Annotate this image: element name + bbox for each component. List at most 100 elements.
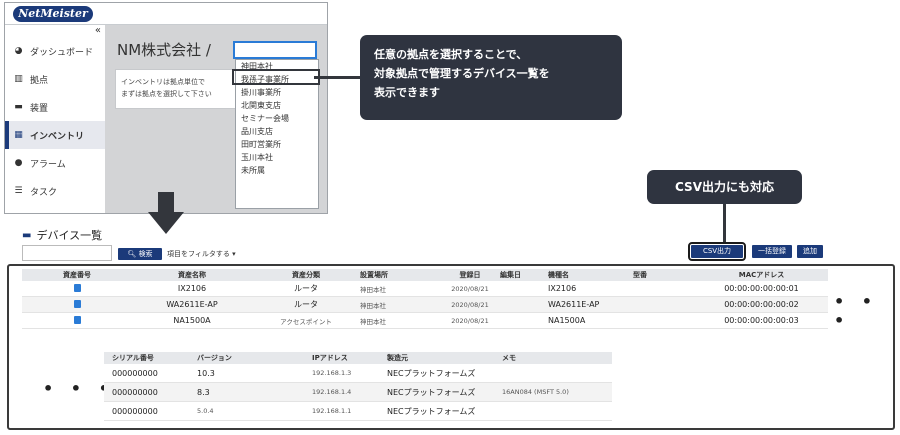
- column-header[interactable]: 機種名: [548, 270, 633, 280]
- memo: 16AN084 (MSFT 5.0): [502, 388, 569, 396]
- mac-address: 00:00:00:00:00:01: [724, 284, 799, 293]
- netmeister-logo: NetMeister: [13, 6, 93, 22]
- sidebar-item-task[interactable]: ☰ タスク: [5, 177, 105, 205]
- device-icon: ▬: [22, 229, 32, 241]
- model-name: NA1500A: [548, 316, 586, 325]
- select-callout: 任意の拠点を選択することで、 対象拠点で管理するデバイス一覧を 表示できます: [360, 35, 622, 120]
- base-option[interactable]: 田町営業所: [236, 138, 318, 151]
- base-select[interactable]: [233, 41, 317, 59]
- asset-category: ルータ: [294, 300, 318, 309]
- search-label: 検索: [138, 250, 153, 258]
- column-header[interactable]: 資産分類: [252, 270, 360, 280]
- column-header[interactable]: 製造元: [379, 353, 494, 363]
- column-header[interactable]: 編集日: [500, 270, 548, 280]
- ip-address: 192.168.1.3: [312, 369, 352, 377]
- column-header[interactable]: バージョン: [189, 353, 304, 363]
- table-row[interactable]: 000000000 8.3 192.168.1.4 NECプラットフォームズ 1…: [104, 383, 612, 402]
- collapse-sidebar-icon[interactable]: «: [95, 25, 101, 36]
- version: 8.3: [197, 387, 210, 397]
- base-option[interactable]: 品川支店: [236, 125, 318, 138]
- registered-date: 2020/08/21: [451, 316, 489, 325]
- sidebar-item-label: ダッシュボード: [30, 47, 94, 58]
- sidebar-item-devices[interactable]: ▬ 装置: [5, 93, 105, 121]
- filter-input[interactable]: [22, 245, 112, 261]
- asset-name: NA1500A: [173, 316, 211, 325]
- sidebar-item-label: インベントリ: [30, 131, 85, 142]
- mac-address: 00:00:00:00:00:02: [724, 300, 799, 309]
- sidebar-item-label: 装置: [30, 103, 49, 114]
- asset-category: ルータ: [294, 284, 318, 293]
- serial-number: 000000000: [112, 368, 158, 378]
- asset-category: アクセスポイント: [280, 317, 332, 326]
- sidebar-item-dashboard[interactable]: ◕ ダッシュボード: [5, 37, 105, 65]
- add-button[interactable]: 追加: [797, 245, 823, 258]
- base-option[interactable]: 未所属: [236, 164, 318, 177]
- base-option[interactable]: 北関東支店: [236, 99, 318, 112]
- sidebar: « ◕ ダッシュボード ▥ 拠点 ▬ 装置 ▦ インベントリ ● アラーム ☰ …: [5, 25, 105, 213]
- model-name: IX2106: [548, 284, 577, 293]
- grid-icon: ▦: [14, 130, 23, 140]
- column-header[interactable]: 設置場所: [360, 270, 440, 280]
- down-arrow-icon: [148, 192, 184, 234]
- callout-connector: [723, 204, 726, 242]
- ip-address: 192.168.1.1: [312, 407, 352, 415]
- sidebar-item-bases[interactable]: ▥ 拠点: [5, 65, 105, 93]
- top-bar: NetMeister: [5, 3, 327, 25]
- mac-address: 00:00:00:00:00:03: [724, 316, 799, 325]
- callout-line: 表示できます: [374, 86, 440, 99]
- document-icon[interactable]: [73, 283, 81, 292]
- csv-export-button[interactable]: CSV出力: [688, 242, 746, 261]
- asset-name: WA2611E-AP: [166, 300, 218, 309]
- column-header[interactable]: 資産名称: [132, 270, 252, 280]
- base-option[interactable]: 玉川本社: [236, 151, 318, 164]
- sidebar-item-alarm[interactable]: ● アラーム: [5, 149, 105, 177]
- sidebar-item-label: タスク: [30, 187, 58, 198]
- search-button[interactable]: 🔍︎ 検索: [118, 248, 162, 260]
- list-icon: ☰: [14, 186, 23, 196]
- table-row[interactable]: 000000000 10.3 192.168.1.3 NECプラットフォームズ: [104, 364, 612, 383]
- device-list-title-text: デバイス一覧: [36, 229, 103, 242]
- registered-date: 2020/08/21: [451, 284, 489, 293]
- column-header[interactable]: IPアドレス: [304, 353, 379, 363]
- table-header: シリアル番号 バージョン IPアドレス 製造元 メモ: [104, 352, 612, 364]
- table-row[interactable]: NA1500A アクセスポイント 神田本社 2020/08/21 NA1500A…: [22, 313, 828, 329]
- location: 神田本社: [360, 285, 386, 294]
- bulk-register-button[interactable]: 一括登録: [752, 245, 792, 258]
- maker: NECプラットフォームズ: [387, 368, 476, 378]
- table-row[interactable]: IX2106 ルータ 神田本社 2020/08/21 IX2106 00:00:…: [22, 281, 828, 297]
- column-header[interactable]: MACアドレス: [695, 270, 828, 280]
- callout-line: 任意の拠点を選択することで、: [374, 48, 528, 61]
- sidebar-item-label: 拠点: [30, 75, 49, 86]
- dashboard-icon: ◕: [14, 46, 23, 56]
- column-header[interactable]: メモ: [494, 353, 612, 363]
- column-header[interactable]: シリアル番号: [104, 353, 189, 363]
- base-option[interactable]: セミナー会場: [236, 112, 318, 125]
- page-title: NM株式会社 /: [117, 41, 211, 59]
- device-icon: ▬: [14, 102, 23, 112]
- document-icon[interactable]: [73, 299, 81, 308]
- table-row[interactable]: 000000000 5.0.4 192.168.1.1 NECプラットフォームズ: [104, 402, 612, 421]
- table-header: 資産番号 資産名称 資産分類 設置場所 登録日 編集日 機種名 型番 MACアド…: [22, 269, 828, 281]
- location: 神田本社: [360, 317, 386, 326]
- base-option[interactable]: 掛川事業所: [236, 86, 318, 99]
- maker: NECプラットフォームズ: [387, 387, 476, 397]
- alert-icon: ●: [14, 158, 23, 168]
- filter-toggle[interactable]: 項目をフィルタする ▾: [167, 248, 236, 260]
- callout-line: 対象拠点で管理するデバイス一覧を: [374, 67, 550, 80]
- device-detail-table: シリアル番号 バージョン IPアドレス 製造元 メモ 000000000 10.…: [104, 352, 612, 421]
- option-highlight: [232, 69, 320, 85]
- registered-date: 2020/08/21: [451, 300, 489, 309]
- maker: NECプラットフォームズ: [387, 406, 476, 416]
- table-row[interactable]: WA2611E-AP ルータ 神田本社 2020/08/21 WA2611E-A…: [22, 297, 828, 313]
- sidebar-item-inventory[interactable]: ▦ インベントリ: [5, 121, 105, 149]
- column-header[interactable]: 資産番号: [22, 270, 132, 280]
- document-icon[interactable]: [73, 315, 81, 324]
- ip-address: 192.168.1.4: [312, 388, 352, 396]
- device-list-title: ▬ デバイス一覧: [22, 227, 102, 243]
- column-header[interactable]: 登録日: [440, 270, 500, 280]
- inventory-screenshot: NetMeister « ◕ ダッシュボード ▥ 拠点 ▬ 装置 ▦ インベント…: [4, 2, 328, 214]
- column-header[interactable]: 型番: [633, 270, 695, 280]
- building-icon: ▥: [14, 74, 23, 84]
- version: 5.0.4: [197, 407, 214, 415]
- more-columns-indicator: • • •: [834, 292, 879, 330]
